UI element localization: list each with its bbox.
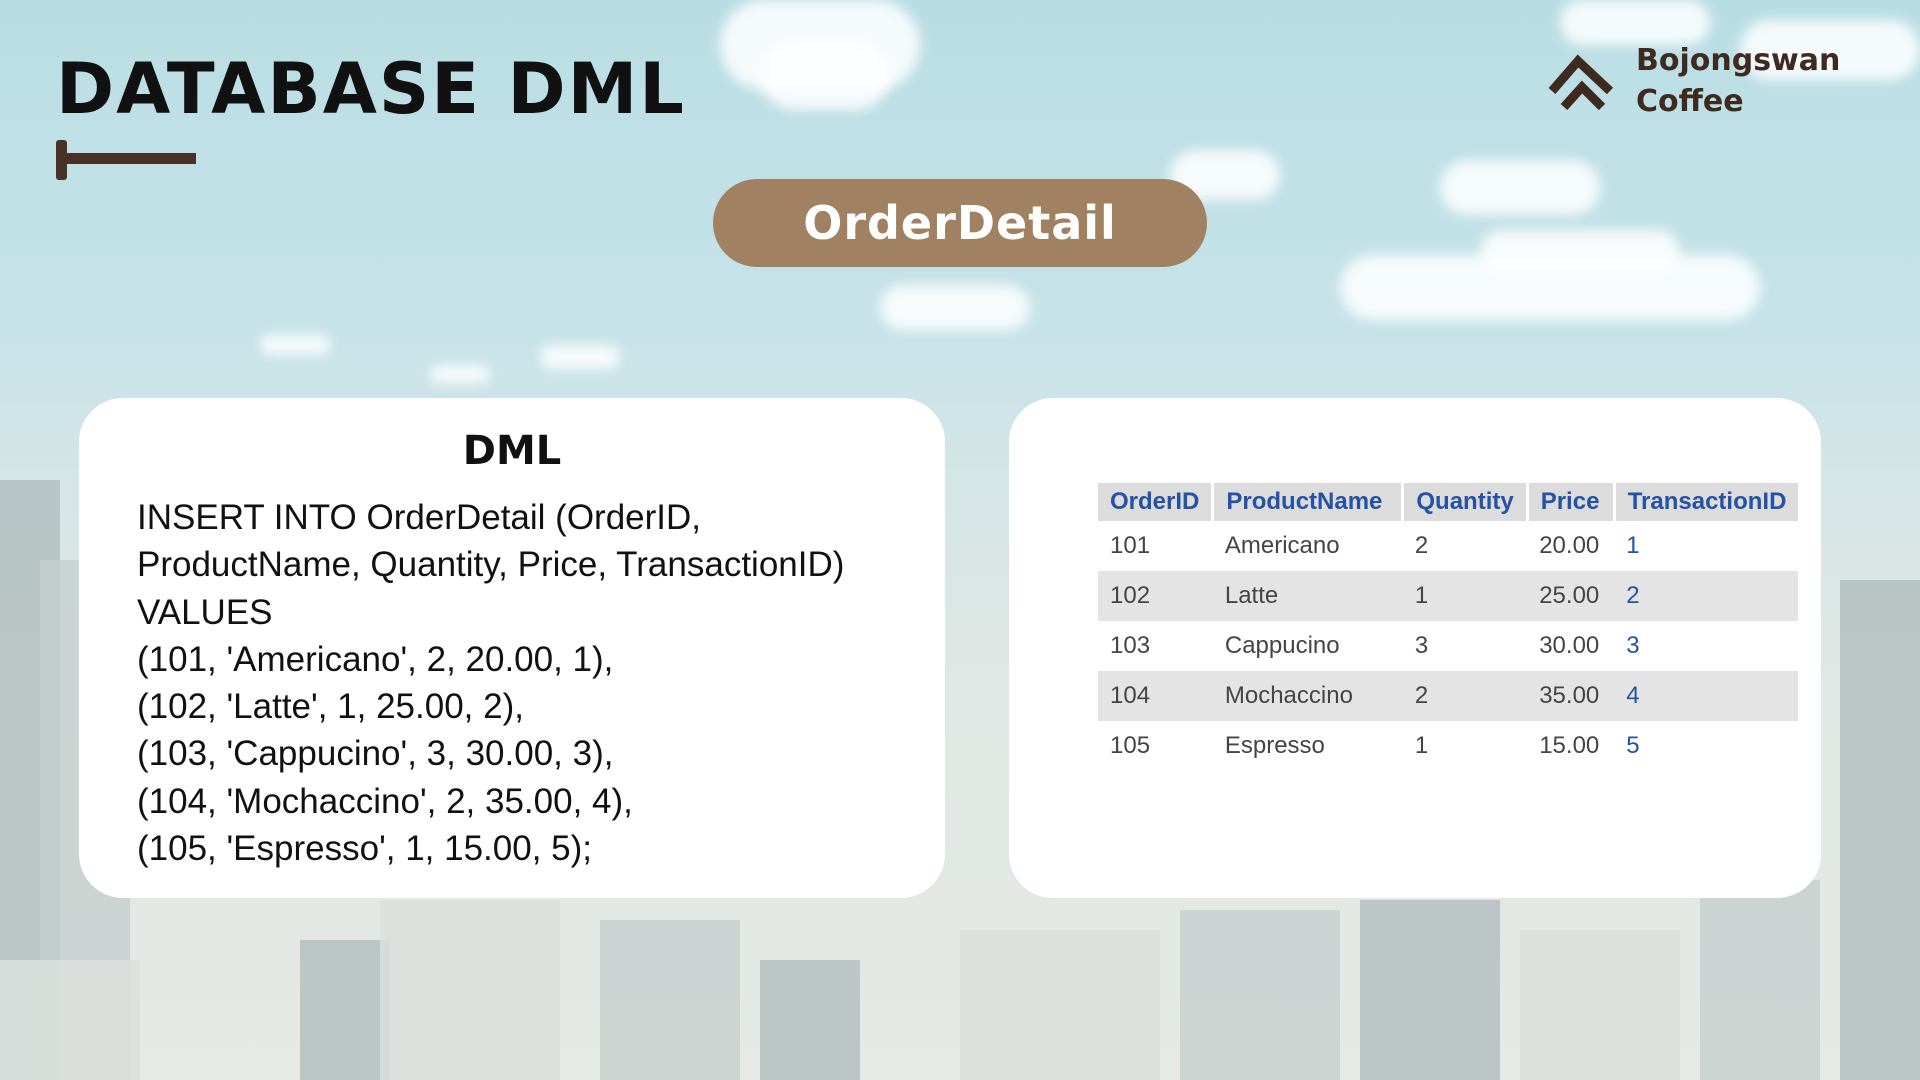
table-row: 104 Mochaccino 2 35.00 4 [1098, 671, 1799, 721]
building [1180, 910, 1340, 1080]
table-row: 105 Espresso 1 15.00 5 [1098, 721, 1798, 771]
sql-line: ProductName, Quantity, Price, Transactio… [137, 545, 845, 585]
chevron-up-logo-icon [1548, 54, 1614, 111]
cloud [760, 40, 890, 110]
building [1520, 930, 1680, 1080]
cell-transactionid: 4 [1614, 671, 1799, 721]
brand-name-line1: Bojongswan [1636, 43, 1841, 78]
cell-productname: Mochaccino [1212, 671, 1403, 721]
dml-card: DML INSERT INTO OrderDetail (OrderID, Pr… [79, 398, 945, 898]
building [0, 960, 140, 1080]
cell-orderid: 105 [1110, 732, 1151, 759]
sql-line: (103, 'Cappucino', 3, 30.00, 3), [137, 734, 614, 774]
cell-productname: Espresso [1224, 732, 1325, 759]
cloud [880, 285, 1030, 330]
cell-quantity: 2 [1402, 671, 1528, 721]
building [960, 930, 1160, 1080]
cell-quantity: 1 [1402, 571, 1528, 621]
cloud [1560, 0, 1710, 45]
brand-name-line2: Coffee [1636, 84, 1744, 119]
building [300, 940, 390, 1080]
brand-logo: Bojongswan Coffee [1548, 40, 1876, 122]
column-header-transactionid: TransactionID [1614, 483, 1799, 521]
cloud [540, 345, 620, 369]
sql-line: (104, 'Mochaccino', 2, 35.00, 4), [137, 781, 633, 821]
cell-orderid: 101 [1110, 532, 1151, 559]
cell-quantity: 1 [1414, 732, 1429, 759]
cloud [260, 335, 330, 355]
column-header-quantity: Quantity [1402, 483, 1529, 521]
table-row: 103 Cappucino 3 30.00 3 [1098, 621, 1798, 671]
table-row: 102 Latte 1 25.00 2 [1098, 571, 1799, 621]
cloud [1480, 230, 1680, 275]
cell-orderid: 104 [1098, 671, 1213, 721]
page-title: DATABASE DML [56, 48, 686, 130]
cell-price: 35.00 [1527, 671, 1615, 721]
orderdetail-table: OrderID ProductName Quantity Price Trans… [1098, 483, 1799, 771]
table-row: 101 Americano 2 20.00 1 [1098, 521, 1798, 571]
cell-orderid: 103 [1110, 632, 1151, 659]
sql-line: VALUES [137, 592, 273, 632]
sql-line: INSERT INTO OrderDetail (OrderID, [137, 498, 702, 537]
cell-transactionid: 5 [1626, 732, 1640, 759]
cell-quantity: 3 [1414, 632, 1429, 659]
cell-productname: Americano [1224, 532, 1340, 559]
column-header-orderid: OrderID [1098, 483, 1215, 521]
sql-line: (105, 'Espresso', 1, 15.00, 5); [137, 829, 592, 869]
cloud [430, 365, 490, 383]
column-header-productname: ProductName [1212, 483, 1405, 521]
result-card: OrderID ProductName Quantity Price Trans… [1009, 398, 1821, 898]
sql-insert-statement: INSERT INTO OrderDetail (OrderID, Produc… [137, 494, 927, 872]
cell-price: 30.00 [1539, 632, 1600, 659]
building [1360, 900, 1500, 1080]
brand-name: Bojongswan Coffee [1636, 40, 1876, 122]
table-name-badge: OrderDetail [713, 179, 1207, 267]
cloud [1440, 160, 1600, 215]
building [600, 920, 740, 1080]
cell-orderid: 102 [1098, 571, 1213, 621]
cell-price: 25.00 [1527, 571, 1615, 621]
table-header-row: OrderID ProductName Quantity Price Trans… [1098, 483, 1799, 521]
building [380, 900, 560, 1080]
cell-productname: Cappucino [1224, 632, 1340, 659]
cell-transactionid: 2 [1614, 571, 1799, 621]
cell-transactionid: 1 [1626, 532, 1640, 559]
cell-price: 15.00 [1539, 732, 1600, 759]
building [760, 960, 860, 1080]
building [1700, 880, 1820, 1080]
sql-line: (102, 'Latte', 1, 25.00, 2), [137, 687, 524, 727]
cell-quantity: 2 [1414, 532, 1429, 559]
title-underline [58, 153, 196, 164]
building [1840, 580, 1920, 1080]
dml-card-heading: DML [462, 428, 562, 474]
column-header-price: Price [1527, 483, 1616, 521]
cell-price: 20.00 [1539, 532, 1600, 559]
cell-productname: Latte [1212, 571, 1403, 621]
sql-line: (101, 'Americano', 2, 20.00, 1), [137, 639, 614, 679]
cell-transactionid: 3 [1626, 632, 1640, 659]
